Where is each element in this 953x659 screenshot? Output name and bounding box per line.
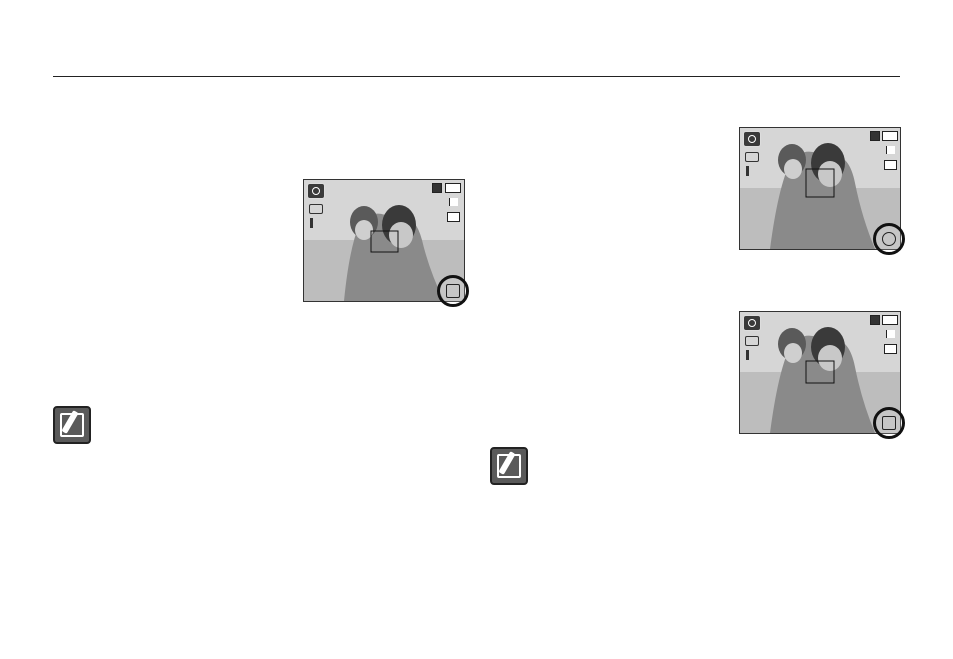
size-icon [886, 146, 895, 154]
face-detection-icon [446, 284, 460, 298]
battery-icon [445, 183, 461, 193]
flash-icon [746, 166, 753, 176]
flash-icon [310, 218, 317, 228]
quality-icon [447, 212, 460, 222]
battery-icon [882, 131, 898, 141]
camera-mode-icon [307, 183, 325, 199]
memory-icon [870, 131, 880, 141]
smile-shot-icon [882, 232, 896, 246]
battery-icon [882, 315, 898, 325]
face-detection-badge [437, 275, 469, 307]
header-rule [53, 76, 900, 77]
memory-icon [870, 315, 880, 325]
note-pencil-icon [490, 447, 528, 485]
quality-icon [884, 344, 897, 354]
quality-icon [884, 160, 897, 170]
blink-detection-icon [882, 416, 896, 430]
camera-mode-icon [743, 131, 761, 147]
memory-icon [432, 183, 442, 193]
timer-icon [745, 152, 759, 162]
camera-mode-icon [743, 315, 761, 331]
size-icon [449, 198, 458, 206]
timer-icon [309, 204, 323, 214]
smile-shot-badge [873, 223, 905, 255]
timer-icon [745, 336, 759, 346]
flash-icon [746, 350, 753, 360]
blink-detection-badge [873, 407, 905, 439]
note-pencil-icon [53, 406, 91, 444]
size-icon [886, 330, 895, 338]
